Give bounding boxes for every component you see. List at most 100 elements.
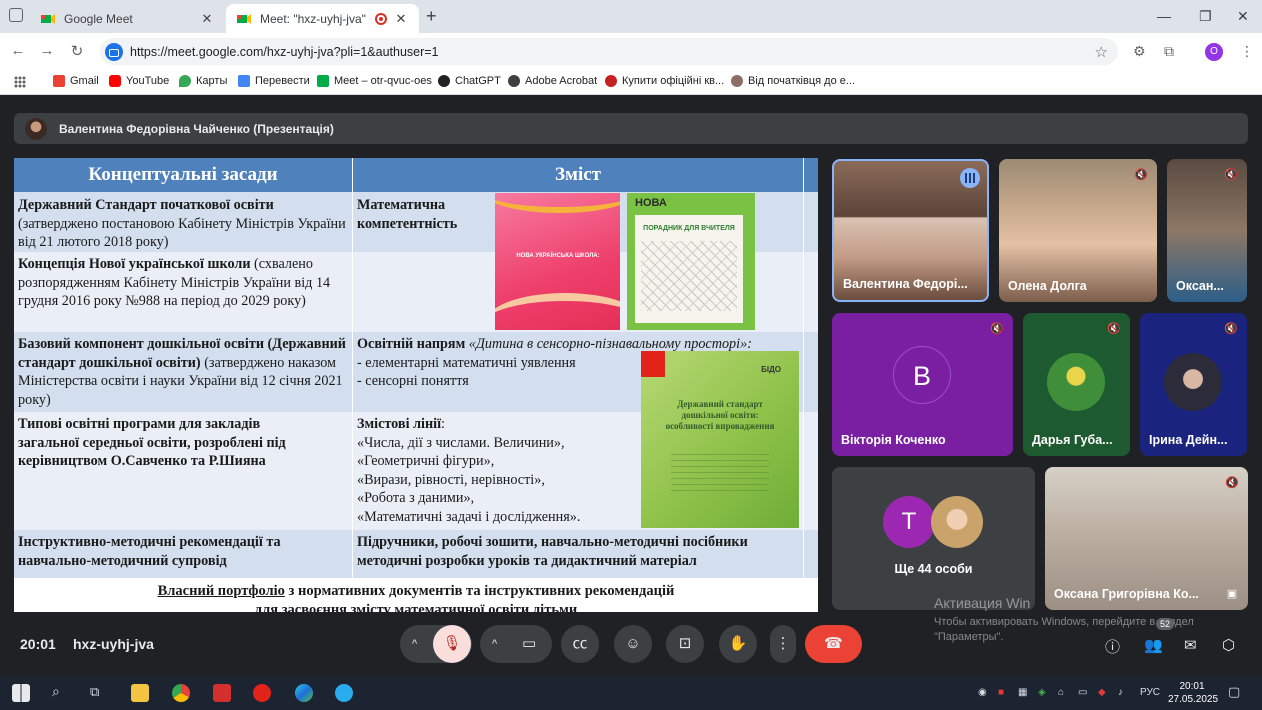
- bookmark-label: Купити офіційні кв...: [622, 75, 725, 87]
- pin-icon[interactable]: ▣: [1224, 586, 1240, 602]
- header-right: Зміст: [554, 164, 601, 185]
- system-clock[interactable]: 20:01 27.05.2025: [1168, 680, 1218, 706]
- tray-app-icon[interactable]: ■: [998, 687, 1004, 698]
- info-icon[interactable]: ⓘ: [1105, 636, 1120, 657]
- footer-underlined: Власний портфоліо: [157, 583, 285, 599]
- cover-illustration: [641, 241, 737, 311]
- file-explorer-icon[interactable]: [131, 684, 149, 702]
- participant-tile[interactable]: 🔇 Олена Долга: [999, 159, 1157, 302]
- recording-icon: [375, 12, 387, 25]
- tab-close-icon[interactable]: ✕: [393, 11, 409, 27]
- network-icon[interactable]: ▦: [1018, 687, 1027, 698]
- apps-grid-icon[interactable]: [14, 76, 26, 88]
- bookmark-beginner[interactable]: Від початківця до е...: [731, 75, 855, 87]
- more-vert-icon: ⋮: [775, 635, 791, 652]
- acrobat-icon[interactable]: [213, 684, 231, 702]
- site-info-icon[interactable]: [105, 42, 123, 61]
- cover-decoration: [495, 293, 620, 330]
- back-icon[interactable]: ←: [8, 42, 28, 59]
- new-tab-icon[interactable]: +: [426, 6, 437, 27]
- tab-close-icon[interactable]: ✕: [199, 11, 215, 27]
- telegram-icon[interactable]: [335, 684, 353, 702]
- task-view-icon[interactable]: ⧉: [90, 684, 99, 700]
- chevron-up-icon[interactable]: ^: [412, 625, 417, 663]
- participant-name: Дарья Губа...: [1032, 433, 1113, 447]
- minimize-icon[interactable]: —: [1157, 8, 1171, 24]
- volume-icon[interactable]: ♪: [1118, 687, 1123, 698]
- participant-tile[interactable]: Валентина Федорі...: [832, 159, 989, 302]
- header-left: Концептуальні засади: [88, 164, 278, 185]
- bookmark-star-icon[interactable]: ☆: [1095, 43, 1108, 61]
- tab-meet-active[interactable]: Meet: "hxz-uyhj-jva" ✕: [226, 4, 419, 33]
- more-participants-tile[interactable]: T Ще 44 особи: [832, 467, 1035, 610]
- presentation-slide: Концептуальні засади Зміст Державний Ста…: [14, 158, 818, 612]
- present-button[interactable]: ⊡: [666, 625, 704, 663]
- meet-favicon-icon: [237, 13, 251, 24]
- windows-start-icon[interactable]: [12, 684, 30, 702]
- bookmark-youtube[interactable]: YouTube: [109, 75, 169, 87]
- telegram-tray-icon[interactable]: ◉: [978, 687, 987, 698]
- mic-off-icon: 🔇: [1224, 169, 1238, 181]
- profile-avatar[interactable]: O: [1205, 43, 1223, 61]
- bookmark-gmail[interactable]: Gmail: [53, 75, 99, 87]
- address-bar[interactable]: https://meet.google.com/hxz-uyhj-jva?pli…: [100, 38, 1118, 65]
- more-options-button[interactable]: ⋮: [770, 625, 796, 663]
- meeting-time: 20:01: [20, 636, 56, 652]
- notifications-icon[interactable]: ▢: [1228, 684, 1240, 700]
- captions-button[interactable]: ㏄: [561, 625, 599, 663]
- chevron-up-icon[interactable]: ^: [492, 625, 497, 663]
- meet-stage: Валентина Федорівна Чайченко (Презентаці…: [0, 96, 1262, 676]
- cell-r1-right: Математична компетентність: [357, 197, 458, 232]
- captions-icon: ㏄: [572, 635, 588, 652]
- tray-icon[interactable]: ⌂: [1058, 687, 1064, 698]
- language-indicator[interactable]: РУС: [1140, 687, 1160, 698]
- people-icon[interactable]: 👥: [1144, 636, 1163, 654]
- participant-initial: B: [893, 346, 951, 404]
- participant-tile[interactable]: 🔇 Оксан...: [1167, 159, 1247, 302]
- bookmark-maps[interactable]: Карты: [179, 75, 227, 87]
- bookmark-chatgpt[interactable]: ChatGPT: [438, 75, 501, 87]
- emoji-button[interactable]: ☺: [614, 625, 652, 663]
- reload-icon[interactable]: ↻: [67, 42, 87, 60]
- activities-icon[interactable]: ⬡: [1222, 636, 1235, 654]
- tab-google-meet[interactable]: Google Meet ✕: [30, 4, 225, 33]
- menu-kebab-icon[interactable]: ⋮: [1240, 43, 1254, 60]
- translate-icon: [238, 75, 250, 87]
- restore-icon[interactable]: ❐: [1199, 8, 1212, 25]
- security-icon[interactable]: ◈: [1038, 687, 1046, 698]
- extension-icon[interactable]: ⚙: [1133, 43, 1146, 60]
- raise-hand-button[interactable]: ✋: [719, 625, 757, 663]
- bookmark-translate[interactable]: Перевести: [238, 75, 310, 87]
- tray-shield-icon[interactable]: ◆: [1098, 687, 1106, 698]
- participant-tile[interactable]: 🔇 B Вікторія Коченко: [832, 313, 1013, 456]
- chrome-icon[interactable]: [172, 684, 190, 702]
- cell-text: (затверджено постановою Кабінету Міністр…: [18, 215, 346, 251]
- opera-icon[interactable]: [253, 684, 271, 702]
- participant-tile[interactable]: 🔇 Оксана Григорівна Ко... ▣: [1045, 467, 1248, 610]
- search-icon[interactable]: ⌕: [52, 683, 60, 700]
- camera-group[interactable]: ^ ▭: [480, 625, 552, 663]
- leave-call-button[interactable]: ☎: [805, 625, 862, 663]
- chat-icon[interactable]: ✉: [1184, 636, 1197, 654]
- book-cover-preschool-standard: БІДО Державний стандарт дошкільної освіт…: [641, 351, 799, 528]
- edge-icon[interactable]: [295, 684, 313, 702]
- url-text: https://meet.google.com/hxz-uyhj-jva?pli…: [130, 44, 439, 59]
- participant-tile[interactable]: 🔇 Дарья Губа...: [1023, 313, 1130, 456]
- battery-icon[interactable]: ▭: [1078, 687, 1087, 698]
- bookmark-acrobat[interactable]: Adobe Acrobat: [508, 75, 597, 87]
- mic-off-icon: 🎙: [442, 635, 462, 652]
- extensions-puzzle-icon[interactable]: ⧉: [1164, 43, 1174, 60]
- participant-tile[interactable]: 🔇 Ірина Дейн...: [1140, 313, 1247, 456]
- close-window-icon[interactable]: ✕: [1237, 8, 1249, 25]
- slide-footer-line2: для засвоєння змісту математичної освіти…: [254, 602, 578, 612]
- forward-icon[interactable]: →: [37, 42, 57, 59]
- bookmark-buy[interactable]: Купити офіційні кв...: [605, 75, 724, 87]
- bookmarks-bar: Gmail YouTube Карты Перевести Meet – otr…: [0, 70, 1262, 95]
- book-cover-teacher-guide: НОВА ПОРАДНИК ДЛЯ ВЧИТЕЛЯ: [627, 193, 755, 330]
- cell-r1-left: Державний Стандарт початкової освіти (за…: [18, 196, 348, 252]
- bookmark-meet[interactable]: Meet – otr-qvuc-oes: [317, 75, 432, 87]
- tab-search-icon[interactable]: [9, 8, 23, 22]
- column-divider: [803, 158, 804, 578]
- mic-off-button[interactable]: 🎙: [433, 625, 471, 663]
- cell-r5-right: Підручники, робочі зошити, навчально-мет…: [357, 534, 748, 569]
